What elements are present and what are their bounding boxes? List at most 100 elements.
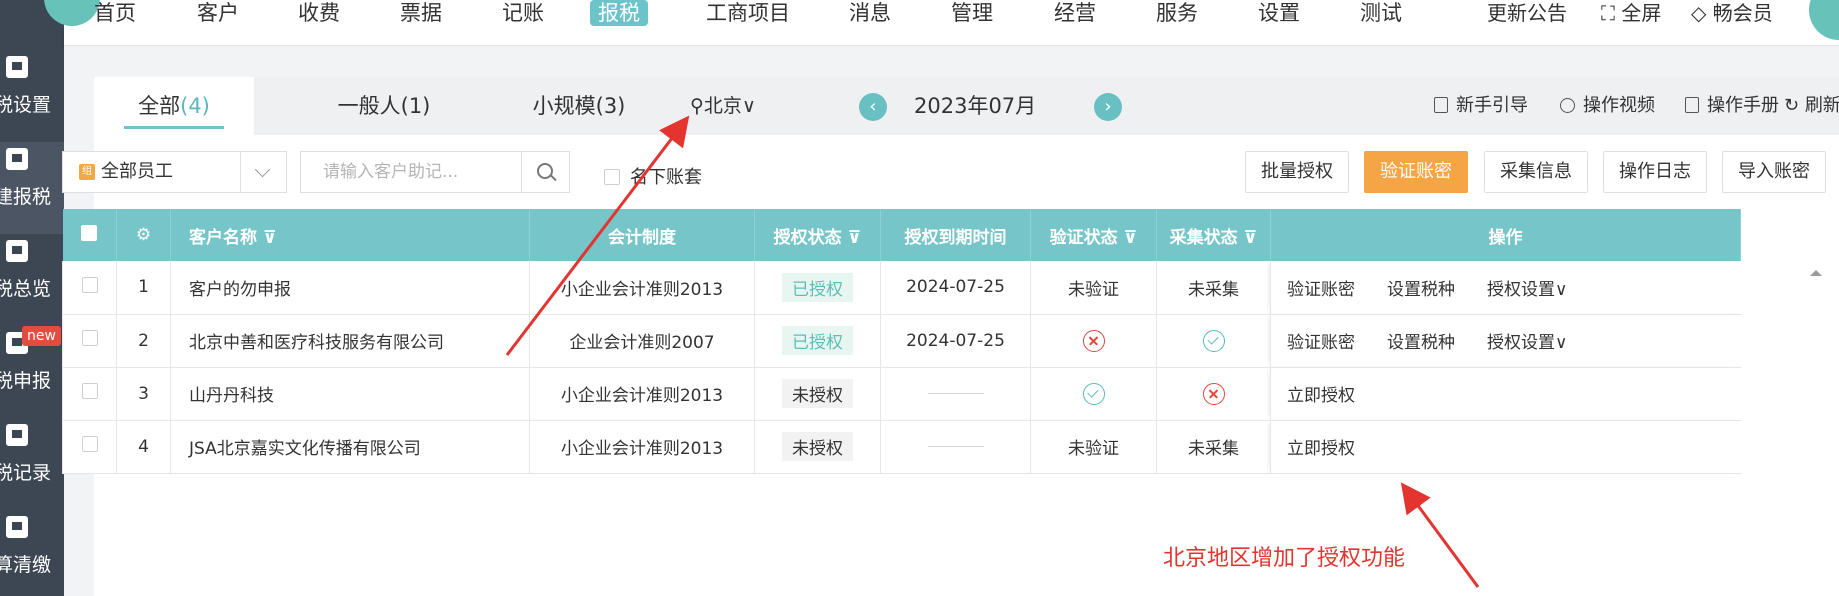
tax-overview-icon: [6, 240, 28, 262]
import-credentials-button[interactable]: 导入账密: [1722, 151, 1826, 193]
customer-name: 客户的勿申报: [170, 261, 530, 315]
sidebar-item-tax-overview[interactable]: 税总览: [0, 234, 64, 326]
fullscreen-button[interactable]: ⛶ 全屏: [1601, 0, 1661, 26]
nav-test[interactable]: 测试: [1360, 0, 1402, 26]
gear-icon[interactable]: ⚙: [136, 225, 151, 245]
nav-bookkeeping[interactable]: 记账: [502, 0, 544, 26]
nav-fees[interactable]: 收费: [298, 0, 340, 26]
sidebar-item-tax-record[interactable]: 税记录: [0, 418, 64, 510]
nav-tax[interactable]: 报税: [590, 0, 648, 26]
verify-credentials-link[interactable]: 验证账密: [1287, 275, 1355, 300]
col-verify-label: 验证状态: [1049, 227, 1118, 248]
filter-icon[interactable]: ⊽: [848, 228, 862, 248]
table-row[interactable]: 3 山丹丹科技 小企业会计准则2013 未授权 立即授权: [62, 367, 1741, 421]
tab-small-scale[interactable]: 小规模(3): [499, 77, 659, 135]
sidebar-item-label: 建报税: [0, 186, 52, 208]
vip-button[interactable]: ◇ 畅会员: [1691, 0, 1773, 26]
sidebar-item-label: 税申报: [0, 370, 52, 392]
authorize-now-link[interactable]: 立即授权: [1287, 434, 1355, 459]
auth-settings-dropdown[interactable]: 授权设置∨: [1487, 328, 1567, 353]
row-index: 1: [116, 261, 171, 315]
row-checkbox[interactable]: [81, 436, 98, 452]
set-tax-type-link[interactable]: 设置税种: [1387, 328, 1455, 353]
video-link[interactable]: 操作视频: [1560, 77, 1655, 135]
region-selector[interactable]: ⚲北京∨: [690, 77, 756, 135]
accounting-system: 小企业会计准则2013: [529, 261, 755, 315]
manual-link[interactable]: 操作手册: [1685, 77, 1779, 135]
row-checkbox[interactable]: [81, 383, 98, 399]
row-checkbox[interactable]: [81, 330, 98, 346]
row-index: 2: [116, 314, 171, 368]
prev-month-button[interactable]: ‹: [859, 93, 887, 121]
customer-name: 山丹丹科技: [170, 367, 530, 421]
manual-icon: [1685, 97, 1699, 113]
filter-icon[interactable]: ⊽: [1244, 228, 1258, 248]
table-row[interactable]: 2 北京中善和医疗科技服务有限公司 企业会计准则2007 已授权 2024-07…: [62, 314, 1741, 368]
guide-icon: [1434, 97, 1448, 113]
checkbox[interactable]: [604, 169, 620, 185]
manual-label: 操作手册: [1707, 95, 1779, 116]
tab-all[interactable]: 全部(4): [94, 77, 254, 135]
avatar[interactable]: [1809, 0, 1839, 40]
set-tax-type-link[interactable]: 设置税种: [1387, 275, 1455, 300]
column-settings[interactable]: ⚙: [116, 209, 171, 261]
auth-settings-dropdown[interactable]: 授权设置∨: [1487, 275, 1567, 300]
scrollbar-up-arrow[interactable]: [1810, 270, 1822, 276]
batch-auth-button[interactable]: 批量授权: [1245, 151, 1349, 193]
fullscreen-icon: ⛶: [1601, 1, 1622, 25]
verify-credentials-link[interactable]: 验证账密: [1287, 328, 1355, 353]
filter-icon[interactable]: ⊽: [1124, 228, 1138, 248]
nav-services[interactable]: 服务: [1156, 0, 1198, 26]
own-books-label: 名下账套: [630, 167, 702, 188]
search-input[interactable]: [301, 152, 521, 192]
next-month-button[interactable]: ›: [1094, 93, 1122, 121]
nav-home[interactable]: 首页: [94, 0, 136, 26]
nav-operations[interactable]: 经营: [1054, 0, 1096, 26]
select-all-cell[interactable]: [62, 209, 117, 261]
verify-credentials-button[interactable]: 验证账密: [1364, 151, 1468, 193]
group-tag-icon: 组: [79, 164, 95, 180]
col-accounting-system: 会计制度: [529, 209, 755, 261]
refresh-icon: ↻: [1784, 95, 1805, 116]
authorize-now-link[interactable]: 立即授权: [1287, 381, 1355, 406]
sidebar-item-tax-declare[interactable]: new 税申报: [0, 326, 64, 418]
filter-icon[interactable]: ⊽: [263, 228, 277, 248]
sidebar-item-settlement[interactable]: 算清缴: [0, 510, 64, 596]
col-collect-status[interactable]: 采集状态 ⊽: [1156, 209, 1271, 261]
nav-management[interactable]: 管理: [951, 0, 993, 26]
table-row[interactable]: 4 JSA北京嘉实文化传播有限公司 小企业会计准则2013 未授权 未验证 未采…: [62, 420, 1741, 474]
sidebar-item-create-tax[interactable]: 建报税: [0, 142, 64, 234]
tab-general-taxpayer[interactable]: 一般人(1): [304, 77, 464, 135]
col-auth-status[interactable]: 授权状态 ⊽: [754, 209, 881, 261]
row-checkbox[interactable]: [81, 276, 98, 293]
sidebar-item-tax-settings[interactable]: 税设置: [0, 50, 64, 142]
nav-customers[interactable]: 客户: [197, 0, 239, 26]
nav-bills[interactable]: 票据: [400, 0, 442, 26]
table-row[interactable]: 1 客户的勿申报 小企业会计准则2013 已授权 2024-07-25 未验证 …: [62, 261, 1741, 315]
col-operations: 操作: [1270, 209, 1741, 261]
announcement-link[interactable]: 更新公告: [1487, 0, 1567, 26]
auth-settings-label: 授权设置: [1487, 279, 1555, 300]
refresh-button[interactable]: ↻ 刷新: [1784, 77, 1839, 135]
collect-info-button[interactable]: 采集信息: [1484, 151, 1588, 193]
select-all-checkbox[interactable]: [81, 224, 98, 241]
col-verify-status[interactable]: 验证状态 ⊽: [1030, 209, 1157, 261]
nav-settings[interactable]: 设置: [1258, 0, 1300, 26]
search-icon[interactable]: [521, 152, 569, 192]
col-name[interactable]: 客户名称 ⊽: [170, 209, 530, 261]
collect-status: [1156, 314, 1271, 368]
auth-expire: [880, 420, 1031, 474]
operation-log-button[interactable]: 操作日志: [1603, 151, 1707, 193]
sidebar-item-label: 税记录: [0, 462, 52, 484]
col-auth-expire: 授权到期时间: [880, 209, 1031, 261]
staff-select[interactable]: 组 全部员工: [62, 151, 287, 193]
check-circle-icon: [1082, 382, 1105, 405]
nav-business-projects[interactable]: 工商项目: [706, 0, 790, 26]
own-books-checkbox[interactable]: 名下账套: [604, 163, 702, 189]
top-navigation: 首页 客户 收费 票据 记账 报税 工商项目 消息 管理 经营 服务 设置 测试…: [44, 0, 1839, 46]
nav-messages[interactable]: 消息: [849, 0, 891, 26]
col-collect-label: 采集状态: [1169, 227, 1238, 248]
chevron-down-icon[interactable]: [240, 152, 286, 192]
col-name-label: 客户名称: [189, 227, 257, 248]
guide-link[interactable]: 新手引导: [1434, 77, 1528, 135]
